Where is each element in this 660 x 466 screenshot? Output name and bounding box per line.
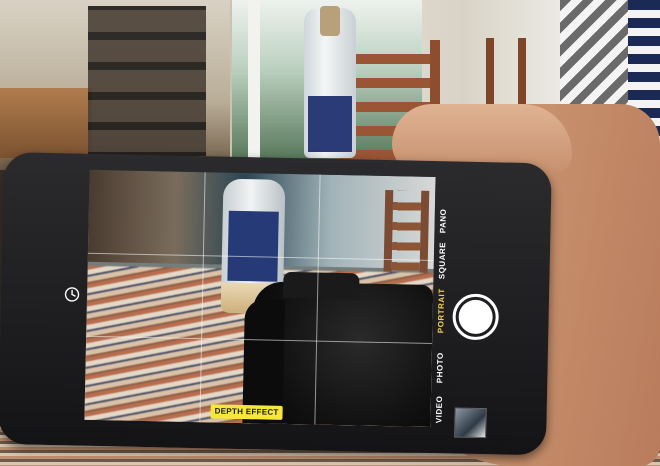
bottle-on-table <box>304 6 356 158</box>
wire-shelf <box>88 6 206 156</box>
wooden-cabinet <box>0 88 92 158</box>
mode-pano[interactable]: PANO <box>438 209 448 234</box>
bottle-cap <box>320 6 340 36</box>
phone-bezel <box>0 152 90 446</box>
last-photo-thumbnail[interactable] <box>454 407 487 439</box>
mode-video[interactable]: VIDEO <box>434 396 444 424</box>
mode-photo[interactable]: PHOTO <box>435 352 445 383</box>
mode-square[interactable]: SQUARE <box>437 242 447 279</box>
smartphone: DEPTH EFFECT PANO SQUARE PORTRAIT PHOTO … <box>0 152 552 456</box>
viewfinder-chair <box>383 189 430 281</box>
camera-viewfinder[interactable]: DEPTH EFFECT <box>84 169 436 427</box>
bottle-label <box>308 96 352 152</box>
viewfinder-bottle-label <box>227 210 279 282</box>
mode-portrait[interactable]: PORTRAIT <box>436 288 446 333</box>
door-frame <box>248 0 260 160</box>
shutter-button[interactable] <box>452 293 500 341</box>
camera-controls: PANO SQUARE PORTRAIT PHOTO VIDEO <box>430 161 552 455</box>
depth-effect-badge: DEPTH EFFECT <box>210 404 283 420</box>
dslr-top <box>283 271 360 300</box>
timer-icon[interactable] <box>63 285 81 303</box>
